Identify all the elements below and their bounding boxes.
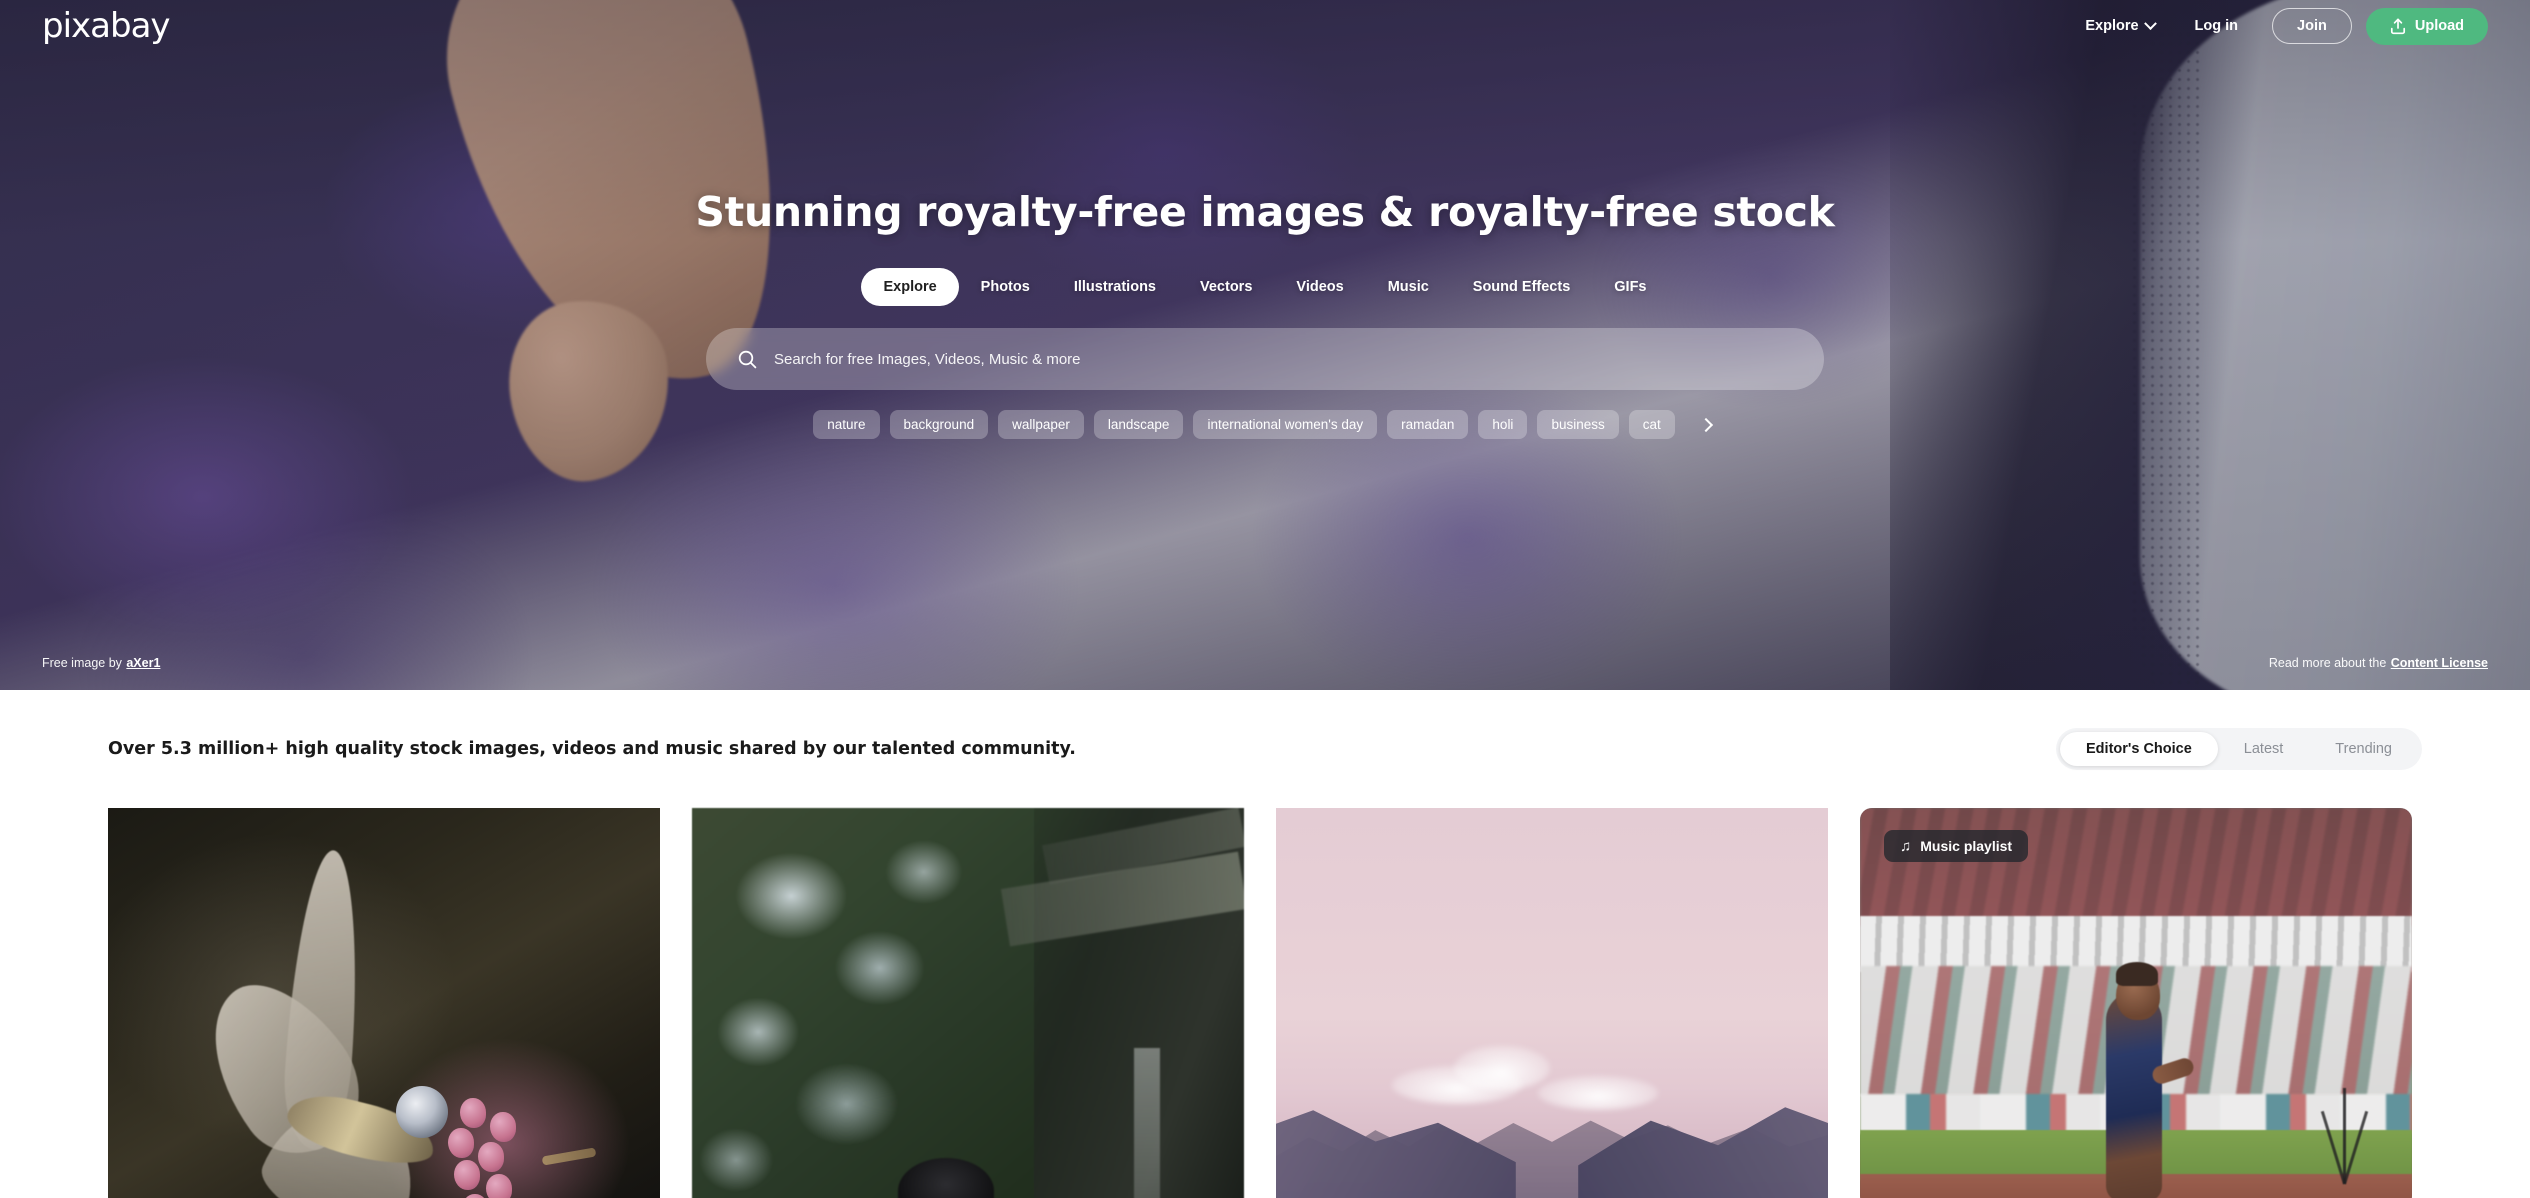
hero-footer: Free image by aXer1 Read more about the … [0,654,2530,672]
search-icon [738,350,757,368]
upload-icon [2390,18,2405,34]
chevron-down-icon [2143,16,2157,30]
flower-buds [438,1098,597,1198]
upload-button[interactable]: Upload [2365,7,2488,45]
media-grid: ♫ Music playlist [108,808,2422,1198]
upload-button-label: Upload [2414,18,2464,34]
tag-international-womens-day[interactable]: international women's day [1193,410,1378,439]
music-playlist-badge-label: Music playlist [1920,838,2013,854]
tab-photos[interactable]: Photos [959,268,1052,306]
tag-background[interactable]: background [889,410,989,439]
filter-editors-choice[interactable]: Editor's Choice [2060,732,2218,766]
media-card-mountains[interactable] [1276,808,1828,1198]
mountain-left [1276,1110,1516,1198]
suggested-tags: nature background wallpaper landscape in… [813,410,1717,439]
runner-hair [2116,962,2158,986]
person-silhouette [898,1158,994,1198]
category-tabs: Explore Photos Illustrations Vectors Vid… [861,268,1668,306]
camera-tripod [2343,1088,2346,1184]
music-note-icon: ♫ [1900,837,1912,855]
search-input[interactable]: Search for free Images, Videos, Music & … [706,328,1824,390]
chevron-right-icon [1698,417,1713,432]
filter-trending[interactable]: Trending [2309,732,2418,766]
cloud-center [1454,1046,1550,1090]
nav-login[interactable]: Log in [2175,18,2259,34]
tag-wallpaper[interactable]: wallpaper [998,410,1084,439]
header-nav: Explore Log in Join Upload [2065,7,2488,45]
join-button[interactable]: Join [2272,8,2352,44]
tag-holi[interactable]: holi [1478,410,1528,439]
tab-gifs[interactable]: GIFs [1592,268,1668,306]
filter-latest[interactable]: Latest [2218,732,2310,766]
vertical-pole [1134,1048,1160,1198]
tag-ramadan[interactable]: ramadan [1387,410,1469,439]
tab-music[interactable]: Music [1366,268,1451,306]
tab-sound-effects[interactable]: Sound Effects [1451,268,1592,306]
community-stats-title: Over 5.3 million+ high quality stock ima… [108,739,1076,759]
sort-filter-group: Editor's Choice Latest Trending [2056,728,2422,770]
tag-nature[interactable]: nature [813,410,880,439]
content-license-note: Read more about the Content License [2269,654,2488,672]
site-header: pixabay Explore Log in Join Upload [0,0,2530,52]
tab-explore[interactable]: Explore [861,268,959,306]
content-license-link[interactable]: Content License [2391,656,2488,670]
tab-vectors[interactable]: Vectors [1178,268,1274,306]
content-license-prefix: Read more about the [2268,656,2387,670]
image-credit-prefix: Free image by [42,656,122,670]
stadium-stand-upper [1860,808,2412,926]
cloud-right [1538,1076,1658,1110]
mountain-right [1578,1107,1828,1198]
tag-landscape[interactable]: landscape [1093,410,1184,439]
nav-explore-label: Explore [2085,18,2139,34]
pixabay-logo[interactable]: pixabay [42,9,171,43]
tab-illustrations[interactable]: Illustrations [1052,268,1178,306]
hero-center: Stunning royalty-free images & royalty-f… [0,0,2530,439]
tab-videos[interactable]: Videos [1274,268,1365,306]
tag-cat[interactable]: cat [1628,410,1675,439]
page-title: Stunning royalty-free images & royalty-f… [695,188,1835,236]
image-credit-author-link[interactable]: aXer1 [126,656,160,670]
search-placeholder: Search for free Images, Videos, Music & … [774,350,1081,368]
main-content: Over 5.3 million+ high quality stock ima… [0,690,2530,1198]
media-card-runner[interactable]: ♫ Music playlist [1860,808,2412,1198]
music-playlist-badge[interactable]: ♫ Music playlist [1884,830,2029,862]
hero-section: pixabay Explore Log in Join Upload Stunn… [0,0,2530,690]
media-card-dragonfly[interactable] [108,808,660,1198]
image-credit: Free image by aXer1 [42,654,160,672]
tag-business[interactable]: business [1537,410,1619,439]
main-header: Over 5.3 million+ high quality stock ima… [108,690,2422,808]
runner-body [2106,992,2162,1198]
tags-next-button[interactable] [1695,414,1717,436]
media-card-foliage[interactable] [692,808,1244,1198]
nav-explore[interactable]: Explore [2065,16,2174,34]
